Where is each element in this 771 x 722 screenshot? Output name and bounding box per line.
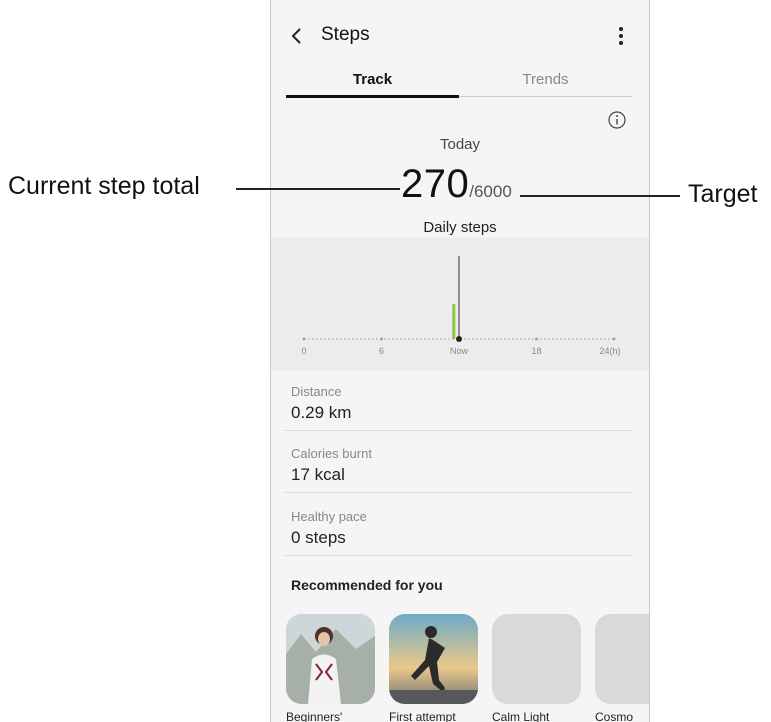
daily-steps-chart: 0 6 Now 18 24(h) [271, 238, 649, 370]
stat-value: 17 kcal [291, 465, 345, 484]
step-count: 270/6000 [401, 162, 512, 212]
tab-trends[interactable]: Trends [459, 71, 632, 88]
chart-tick-label: 6 [379, 346, 384, 356]
stat-value: 0 steps [291, 528, 346, 547]
chart-tick-label: Now [450, 346, 469, 356]
divider [285, 492, 633, 493]
chart-tick-label: 18 [531, 346, 541, 356]
chart-tick-dot [380, 337, 383, 341]
current-steps: 270 [401, 162, 470, 206]
chart-tick-dot [302, 337, 306, 341]
callout-line-right [520, 195, 680, 197]
recommended-card[interactable] [595, 614, 649, 704]
recommended-card[interactable] [492, 614, 581, 704]
recommended-card[interactable] [286, 614, 375, 704]
stat-value: 0.29 km [291, 403, 352, 422]
fencer-photo [286, 614, 375, 704]
target-steps: /6000 [469, 182, 512, 201]
chart-now-marker [456, 336, 462, 342]
chart-tick-dot [535, 337, 538, 341]
stat-label: Distance [291, 384, 342, 399]
recommended-carousel: Beginners' First attempt Calm Light Cosm… [286, 614, 649, 722]
callout-line-left [236, 188, 400, 190]
stat-label: Healthy pace [291, 509, 367, 524]
more-options-icon[interactable] [611, 24, 631, 48]
tab-bar: Track Trends [286, 66, 632, 98]
chart-bar [452, 304, 456, 339]
card-label: Cosmo [595, 710, 634, 722]
phone-screen: Steps Track Trends Today 270/6000 Daily … [270, 0, 650, 722]
card-label: Calm Light [492, 710, 550, 722]
chart-svg: 0 6 Now 18 24(h) [301, 256, 621, 356]
runner-photo [389, 614, 478, 704]
chart-tick-label: 24(h) [599, 346, 620, 356]
divider [285, 555, 633, 556]
stat-distance[interactable]: Distance 0.29 km [291, 384, 631, 423]
card-label: Beginners' [286, 710, 343, 722]
info-icon[interactable] [607, 110, 627, 130]
recommended-card[interactable] [389, 614, 478, 704]
callout-target: Target [688, 180, 758, 208]
active-tab-indicator [286, 95, 459, 98]
card-label: First attempt [389, 710, 456, 722]
chart-tick-label: 0 [301, 346, 306, 356]
stat-healthy-pace[interactable]: Healthy pace 0 steps [291, 509, 631, 548]
callout-current-step-total: Current step total [8, 172, 200, 200]
divider [285, 430, 633, 431]
chart-tick-dot [612, 337, 616, 341]
stat-calories[interactable]: Calories burnt 17 kcal [291, 446, 631, 485]
stat-label: Calories burnt [291, 446, 372, 461]
app-bar: Steps [271, 14, 649, 56]
back-arrow-icon[interactable] [285, 24, 309, 48]
page-title: Steps [321, 24, 370, 45]
period-label: Today [439, 136, 481, 153]
daily-steps-caption: Daily steps [423, 219, 497, 236]
tab-track[interactable]: Track [286, 71, 459, 88]
recommended-heading: Recommended for you [291, 577, 443, 593]
